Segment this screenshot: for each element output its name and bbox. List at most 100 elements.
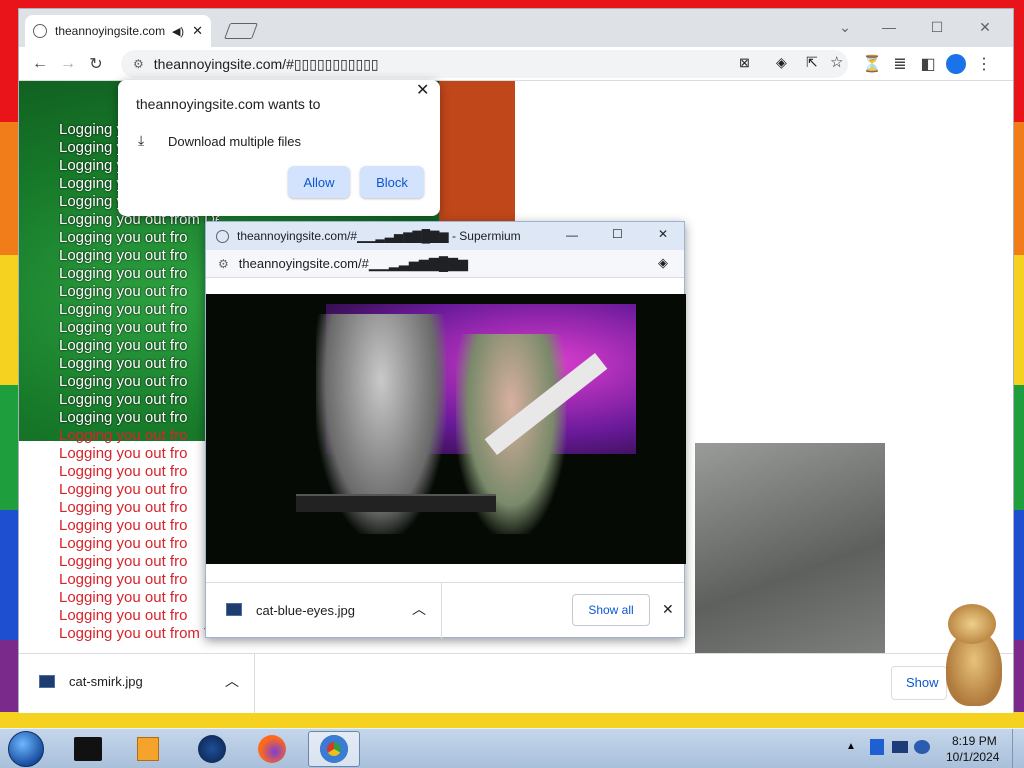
download-icon: ⤓ [138,132,145,148]
globe-icon [33,24,47,38]
popup-url: theannoyingsite.com/#▁▁▂▃▅▆▇█▇▆ [238,255,469,271]
video-keyboard [296,494,496,512]
tab-close-icon[interactable]: ✕ [192,23,203,39]
allow-button[interactable]: Allow [288,166,350,198]
profile-avatar[interactable] [943,51,969,77]
logging-line: Logging you out fro [59,571,188,588]
logging-line: Logging you out fro [59,409,188,426]
popup-show-all-button[interactable]: Show all [572,594,650,626]
popup-maximize-button[interactable]: ☐ [612,227,623,241]
orange-background-image [439,81,515,221]
extension-diamond-icon[interactable]: ◈ [776,54,787,71]
tray-network-icon[interactable] [914,740,930,754]
gray-photo-image [695,443,885,653]
logging-line: Logging you out fro [59,229,188,246]
popup-close-icon[interactable]: ✕ [416,80,429,100]
image-file-icon [226,603,242,616]
site-info-icon[interactable]: ⚙ [133,57,144,71]
logging-line: Logging you out from Tumblr [59,625,219,642]
taskbar-app-globe[interactable] [186,731,238,767]
download-bar: cat-smirk.jpg ︿ Show [19,653,1013,713]
taskbar-app-media[interactable] [122,731,174,767]
logging-line: Logging you out fro [59,607,188,624]
logging-line: Logging you out fro [59,499,188,516]
logging-line: Logging you out fro [59,427,188,444]
camera-blocked-icon[interactable]: ⊠ [739,55,750,71]
minimize-button[interactable]: — [871,13,907,41]
toolbar: ← → ↻ ⚙ theannoyingsite.com/#▯▯▯▯▯▯▯▯▯▯▯… [19,47,1013,81]
logging-line: Logging you out fro [59,355,188,372]
tab-search-icon[interactable]: ⌄ [827,13,863,41]
download-item[interactable]: cat-smirk.jpg ︿ [19,654,255,713]
tray-time[interactable]: 8:19 PM [952,734,997,748]
logging-line: Logging you out fro [59,445,188,462]
flask-icon[interactable]: ⏳ [859,51,885,77]
image-file-icon [39,675,55,688]
permission-popup: theannoyingsite.com wants to ✕ ⤓ Downloa… [118,80,440,216]
extension-diamond-icon[interactable]: ◈ [658,255,668,271]
tray-monitor-icon[interactable] [892,741,908,753]
supermium-icon [320,735,348,763]
media-player-icon [137,737,159,761]
popup-address-bar[interactable]: ⚙ theannoyingsite.com/#▁▁▂▃▅▆▇█▇▆ ◈ [206,250,684,278]
cube-icon [74,737,102,761]
maximize-button[interactable]: ☐ [919,13,955,41]
tray-date[interactable]: 10/1/2024 [946,750,999,764]
chevron-up-icon[interactable]: ︿ [225,671,239,691]
firefox-icon [258,735,286,763]
logging-line: Logging you out fro [59,373,188,390]
logging-line: Logging you out fro [59,337,188,354]
popup-download-close-icon[interactable]: ✕ [662,601,674,618]
popup-close-button[interactable]: ✕ [658,227,668,241]
popup-download-item[interactable]: cat-blue-eyes.jpg ︿ [206,583,442,639]
tab-title: theannoyingsite.com [55,24,166,38]
taskbar: ▲ 8:19 PM 10/1/2024 [0,728,1024,768]
logging-line: Logging you out fro [59,247,188,264]
globe-app-icon [198,735,226,763]
tray-action-center-icon[interactable] [870,739,884,755]
reload-icon[interactable]: ↻ [83,51,109,77]
globe-icon [216,229,229,243]
logging-line: Logging you out fro [59,553,188,570]
logging-line: Logging you out fro [59,391,188,408]
popup-title-bar: theannoyingsite.com/#▁▁▂▃▅▆▇█▇▆ - Superm… [206,222,684,250]
block-button[interactable]: Block [360,166,424,198]
logging-line: Logging you out fro [59,463,188,480]
logging-line: Logging you out fro [59,481,188,498]
tab-active[interactable]: theannoyingsite.com ◀) ✕ [25,15,211,47]
permission-item: Download multiple files [168,134,301,149]
share-icon[interactable]: ⇱ [806,54,818,71]
bookmark-star-icon[interactable]: ☆ [830,53,843,71]
show-desktop-button[interactable] [1012,729,1024,768]
speaker-icon[interactable]: ◀) [172,25,184,38]
site-info-icon[interactable]: ⚙ [218,257,229,271]
taskbar-app-firefox[interactable] [246,731,298,767]
tab-strip: theannoyingsite.com ◀) ✕ ⌄ — ☐ ✕ [19,9,1013,47]
reading-list-icon[interactable]: ≣ [887,51,913,77]
logging-line: Logging you out fro [59,535,188,552]
taskbar-app-cube[interactable] [62,731,114,767]
start-button[interactable] [8,731,44,767]
popup-minimize-button[interactable]: — [566,228,578,242]
forward-icon[interactable]: → [55,51,81,77]
side-panel-icon[interactable]: ◧ [915,51,941,77]
logging-line: Logging you out fro [59,589,188,606]
taskbar-app-supermium[interactable] [308,731,360,767]
popup-download-file-name: cat-blue-eyes.jpg [256,603,355,618]
hamster-image [936,600,1006,708]
menu-icon[interactable]: ⋮ [971,51,997,77]
logging-line: Logging you out fro [59,283,188,300]
logging-line: Logging you out fro [59,301,188,318]
tray-arrow-icon[interactable]: ▲ [846,741,856,752]
address-bar[interactable]: ⚙ theannoyingsite.com/#▯▯▯▯▯▯▯▯▯▯▯ ⊠ ◈ ⇱… [121,50,848,78]
permission-header: theannoyingsite.com wants to [136,96,321,112]
new-tab-button[interactable] [224,23,258,39]
chevron-up-icon[interactable]: ︿ [412,599,426,619]
video-player[interactable] [206,294,686,564]
popup-browser-window: theannoyingsite.com/#▁▁▂▃▅▆▇█▇▆ - Superm… [205,221,686,639]
logging-line: Logging you out fro [59,517,188,534]
desktop-bottom-strip [0,712,1024,728]
close-button[interactable]: ✕ [967,13,1003,41]
back-icon[interactable]: ← [27,51,53,77]
logging-line: Logging you out fro [59,265,188,282]
